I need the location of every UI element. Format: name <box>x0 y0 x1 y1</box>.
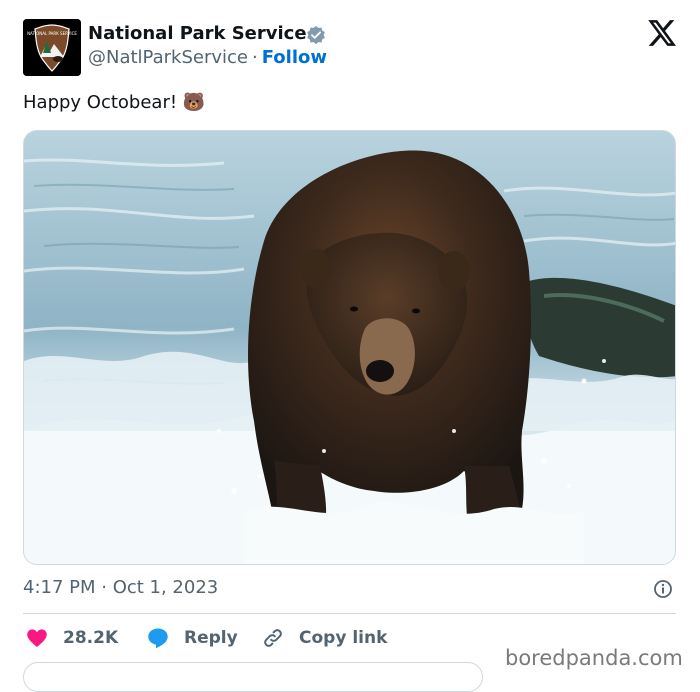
follow-button[interactable]: Follow <box>262 47 327 68</box>
boredpanda-watermark: boredpanda.com <box>505 646 683 670</box>
bear-emoji: 🐻 <box>182 92 206 113</box>
brown-bear-in-river-photo <box>24 131 675 564</box>
tweet-timestamp[interactable]: 4:17 PM · Oct 1, 2023 <box>23 575 218 601</box>
handle-separator: · <box>251 47 258 68</box>
read-replies-bar[interactable] <box>23 662 483 692</box>
handle-row: @NatlParkService · Follow <box>88 46 327 70</box>
copy-link-button[interactable]: Copy link <box>261 625 387 651</box>
verified-badge-icon <box>307 25 325 45</box>
account-handle[interactable]: @NatlParkService <box>88 47 248 68</box>
reply-button[interactable]: Reply <box>146 625 238 651</box>
tweet-body: Happy Octobear! <box>23 92 178 113</box>
avatar-logo-text: NATIONAL PARK SERVICE <box>27 31 77 36</box>
likes-count: 28.2K <box>63 628 119 648</box>
link-icon <box>264 629 282 647</box>
heart-icon <box>27 629 47 647</box>
copy-link-label: Copy link <box>299 628 388 648</box>
divider <box>23 613 676 614</box>
reply-label: Reply <box>184 628 238 648</box>
x-logo-icon[interactable] <box>648 20 676 46</box>
nps-arrowhead-logo-icon: NATIONAL PARK SERVICE <box>23 19 81 76</box>
tweet-card: NATIONAL PARK SERVICE National Park Serv… <box>0 0 700 692</box>
like-button[interactable]: 28.2K <box>25 625 118 651</box>
nps-avatar[interactable]: NATIONAL PARK SERVICE <box>23 19 81 76</box>
info-icon[interactable] <box>653 579 673 599</box>
reply-bubble-icon <box>148 628 168 649</box>
tweet-photo[interactable] <box>23 130 676 565</box>
tweet-text: Happy Octobear! 🐻 <box>23 90 205 116</box>
account-name[interactable]: National Park Service <box>88 22 307 46</box>
